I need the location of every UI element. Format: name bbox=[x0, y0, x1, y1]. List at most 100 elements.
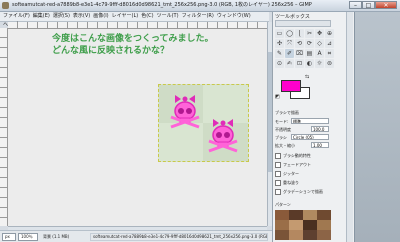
pattern-swatch[interactable] bbox=[289, 210, 303, 220]
gradient-checkbox[interactable] bbox=[275, 189, 281, 195]
unit-select[interactable]: px bbox=[2, 233, 16, 241]
tool-ink-icon[interactable]: ✍ bbox=[285, 59, 294, 68]
option-jitter[interactable]: ジッター bbox=[275, 170, 299, 177]
scale-label: 拡大・縮小 bbox=[275, 143, 295, 148]
tool-free-select-icon[interactable]: ɭ bbox=[295, 29, 304, 38]
image-canvas[interactable] bbox=[158, 84, 249, 162]
gradient-label: グラデーションで描画 bbox=[283, 189, 323, 194]
pattern-swatch[interactable] bbox=[317, 220, 331, 230]
tool-smudge-icon[interactable]: ☼ bbox=[315, 59, 324, 68]
tool-pencil-icon[interactable]: ✎ bbox=[275, 49, 284, 58]
tool-scissors-icon[interactable]: ✂ bbox=[305, 29, 314, 38]
tool-bucket-fill-icon[interactable]: ▤ bbox=[305, 49, 314, 58]
tool-rotate-icon[interactable]: ⟲ bbox=[295, 39, 304, 48]
tool-options-title: ブラシで描画 bbox=[275, 110, 299, 115]
jitter-label: ジッター bbox=[283, 171, 299, 176]
tool-blend-icon[interactable]: ⌗ bbox=[325, 49, 334, 58]
tool-move-icon[interactable]: ✥ bbox=[315, 29, 324, 38]
menu-bar: ファイル(F) 編集(E) 選択(S) 表示(V) 画像(I) レイヤー(L) 色(C) ツー… bbox=[0, 12, 269, 28]
foreground-color-swatch[interactable] bbox=[281, 80, 301, 92]
tool-dodge-icon[interactable]: ◐ bbox=[305, 59, 314, 68]
pattern-swatch[interactable] bbox=[303, 230, 317, 240]
pattern-swatch[interactable] bbox=[275, 230, 289, 240]
window-title: softeamutcat-red-a7889b8-e3e1-4c79-9fff-… bbox=[12, 2, 312, 8]
caption-line-2: どんな風に反映されるかな？ bbox=[52, 46, 170, 56]
minimize-button[interactable]: – bbox=[349, 1, 362, 9]
tool-zoom-icon[interactable]: ⊕ bbox=[325, 29, 334, 38]
gimp-icon bbox=[2, 2, 9, 9]
menu-edit[interactable]: 編集(E) bbox=[33, 13, 50, 19]
menu-tools[interactable]: ツール(T) bbox=[157, 13, 179, 19]
fade-checkbox[interactable] bbox=[275, 162, 281, 168]
jitter-checkbox[interactable] bbox=[275, 171, 281, 177]
tool-text-icon[interactable]: A bbox=[315, 49, 324, 58]
status-message: softeamutcat-red-a7889b8-e3e1-4c79-9fff-… bbox=[90, 233, 268, 241]
reset-colors-icon[interactable]: ◩ bbox=[275, 94, 280, 100]
menu-image[interactable]: 画像(I) bbox=[93, 13, 108, 19]
fade-label: フェードアウト bbox=[283, 162, 311, 167]
tool-ellipse-select-icon[interactable]: ◯ bbox=[285, 29, 294, 38]
tool-grid: ▭ ◯ ɭ ✂ ✥ ⊕ ✣ ⤧ ⟲ ⟳ ◇ ⊿ ✎ ✐ ⌧ ▤ A ⌗ ⊙ ✍ … bbox=[275, 29, 334, 69]
horizontal-ruler[interactable] bbox=[8, 22, 267, 29]
canvas-caption: 今度はこんな画像をつくってみました。 どんな風に反映されるかな？ bbox=[52, 33, 272, 57]
tool-paintbrush-icon[interactable]: ✐ bbox=[285, 49, 294, 58]
menu-file[interactable]: ファイル(F) bbox=[3, 13, 30, 19]
layer-info: 背景 (1.1 MB) bbox=[40, 233, 88, 241]
tool-clone-icon[interactable]: ⊙ bbox=[275, 59, 284, 68]
title-bar: softeamutcat-red-a7889b8-e3e1-4c79-9fff-… bbox=[0, 0, 400, 12]
pattern-swatch[interactable] bbox=[317, 210, 331, 220]
tool-eraser-icon[interactable]: ⌧ bbox=[295, 49, 304, 58]
pattern-swatch[interactable] bbox=[289, 220, 303, 230]
tool-perspective-icon[interactable]: ◇ bbox=[315, 39, 324, 48]
option-gradient[interactable]: グラデーションで描画 bbox=[275, 188, 323, 195]
toolbox-title: ツールボックス bbox=[275, 14, 310, 20]
pattern-grid bbox=[275, 210, 331, 240]
pattern-swatch[interactable] bbox=[303, 220, 317, 230]
canvas-area[interactable] bbox=[8, 29, 267, 226]
opacity-field[interactable]: 100.0 bbox=[311, 126, 329, 132]
tool-scale-icon[interactable]: ⤧ bbox=[285, 39, 294, 48]
dynamics-label: ブラシ動的特性 bbox=[283, 153, 311, 158]
option-dynamics[interactable]: ブラシ動的特性 bbox=[275, 152, 311, 159]
menu-select[interactable]: 選択(S) bbox=[53, 13, 70, 19]
option-incremental[interactable]: 重ね塗り bbox=[275, 179, 299, 186]
swap-colors-icon[interactable]: ⇆ bbox=[305, 74, 309, 80]
pattern-swatch[interactable] bbox=[317, 230, 331, 240]
mode-select[interactable]: 標準 bbox=[291, 118, 329, 124]
caption-line-1: 今度はこんな画像をつくってみました。 bbox=[52, 34, 214, 44]
brush-label: ブラシ bbox=[275, 135, 287, 140]
menu-windows[interactable]: ウィンドウ(W) bbox=[217, 13, 251, 19]
status-bar: px 100％ 背景 (1.1 MB) softeamutcat-red-a78… bbox=[0, 230, 272, 242]
incremental-checkbox[interactable] bbox=[275, 180, 281, 186]
tool-flip-icon[interactable]: ⟳ bbox=[305, 39, 314, 48]
dynamics-checkbox[interactable] bbox=[275, 153, 281, 159]
tool-crop-icon[interactable]: ⊡ bbox=[295, 59, 304, 68]
color-area: ⇆ ◩ bbox=[275, 72, 315, 104]
zoom-select[interactable]: 100％ bbox=[18, 233, 38, 241]
pattern-swatch[interactable] bbox=[289, 230, 303, 240]
pattern-swatch[interactable] bbox=[275, 220, 289, 230]
menu-layer[interactable]: レイヤー(L) bbox=[112, 13, 139, 19]
tool-align-icon[interactable]: ✣ bbox=[275, 39, 284, 48]
skull-image bbox=[159, 85, 248, 161]
vertical-ruler[interactable] bbox=[0, 28, 8, 226]
brush-select[interactable]: Circle (05) bbox=[291, 134, 329, 140]
mode-label: モード: bbox=[275, 119, 289, 124]
close-button[interactable]: ✕ bbox=[375, 1, 397, 9]
menu-filters[interactable]: フィルター(R) bbox=[182, 13, 214, 19]
menu-view[interactable]: 表示(V) bbox=[73, 13, 90, 19]
dock-scrollbar[interactable] bbox=[346, 12, 353, 242]
menu-colors[interactable]: 色(C) bbox=[141, 13, 153, 19]
scale-field[interactable]: 1.00 bbox=[311, 142, 329, 148]
tool-measure-icon[interactable]: ⊜ bbox=[325, 59, 334, 68]
desktop-background bbox=[355, 12, 400, 242]
tool-shear-icon[interactable]: ⊿ bbox=[325, 39, 334, 48]
option-fade[interactable]: フェードアウト bbox=[275, 161, 311, 168]
pattern-swatch[interactable] bbox=[275, 210, 289, 220]
opacity-label: 不透明度 bbox=[275, 127, 291, 132]
dock-toolbar bbox=[275, 20, 331, 27]
secondary-dock bbox=[354, 12, 400, 242]
pattern-swatch[interactable] bbox=[303, 210, 317, 220]
tool-rect-select-icon[interactable]: ▭ bbox=[275, 29, 284, 38]
maximize-button[interactable]: □ bbox=[362, 1, 375, 9]
